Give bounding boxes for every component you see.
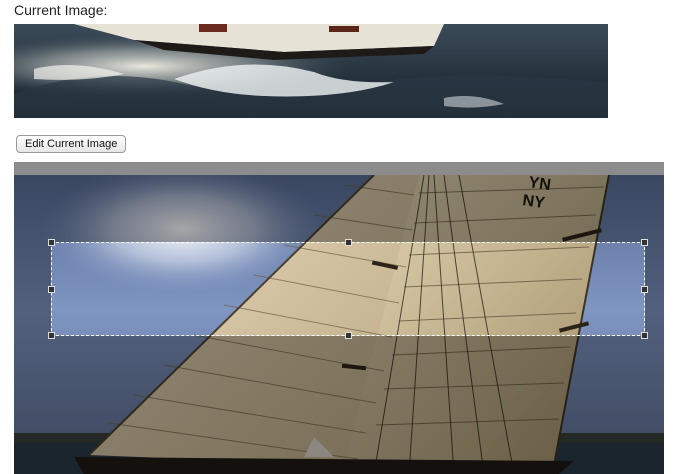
crop-handle-top-left[interactable] — [48, 239, 55, 246]
current-image-preview — [14, 24, 608, 118]
editor-top-bar — [14, 162, 664, 175]
crop-handle-top-right[interactable] — [641, 239, 648, 246]
current-image-label: Current Image: — [14, 2, 108, 18]
crop-handle-bottom-right[interactable] — [641, 332, 648, 339]
image-editor-page: Current Image: Edit Current Image YN NY — [0, 0, 677, 474]
current-image-graphic — [14, 24, 608, 118]
edit-current-image-button[interactable]: Edit Current Image — [16, 135, 127, 153]
crop-handle-right[interactable] — [641, 286, 648, 293]
crop-selection[interactable] — [48, 239, 648, 339]
crop-handle-top[interactable] — [345, 239, 352, 246]
crop-handle-bottom[interactable] — [345, 332, 352, 339]
crop-handle-left[interactable] — [48, 286, 55, 293]
crop-handle-bottom-left[interactable] — [48, 332, 55, 339]
crop-editor: YN NY — [14, 162, 664, 474]
